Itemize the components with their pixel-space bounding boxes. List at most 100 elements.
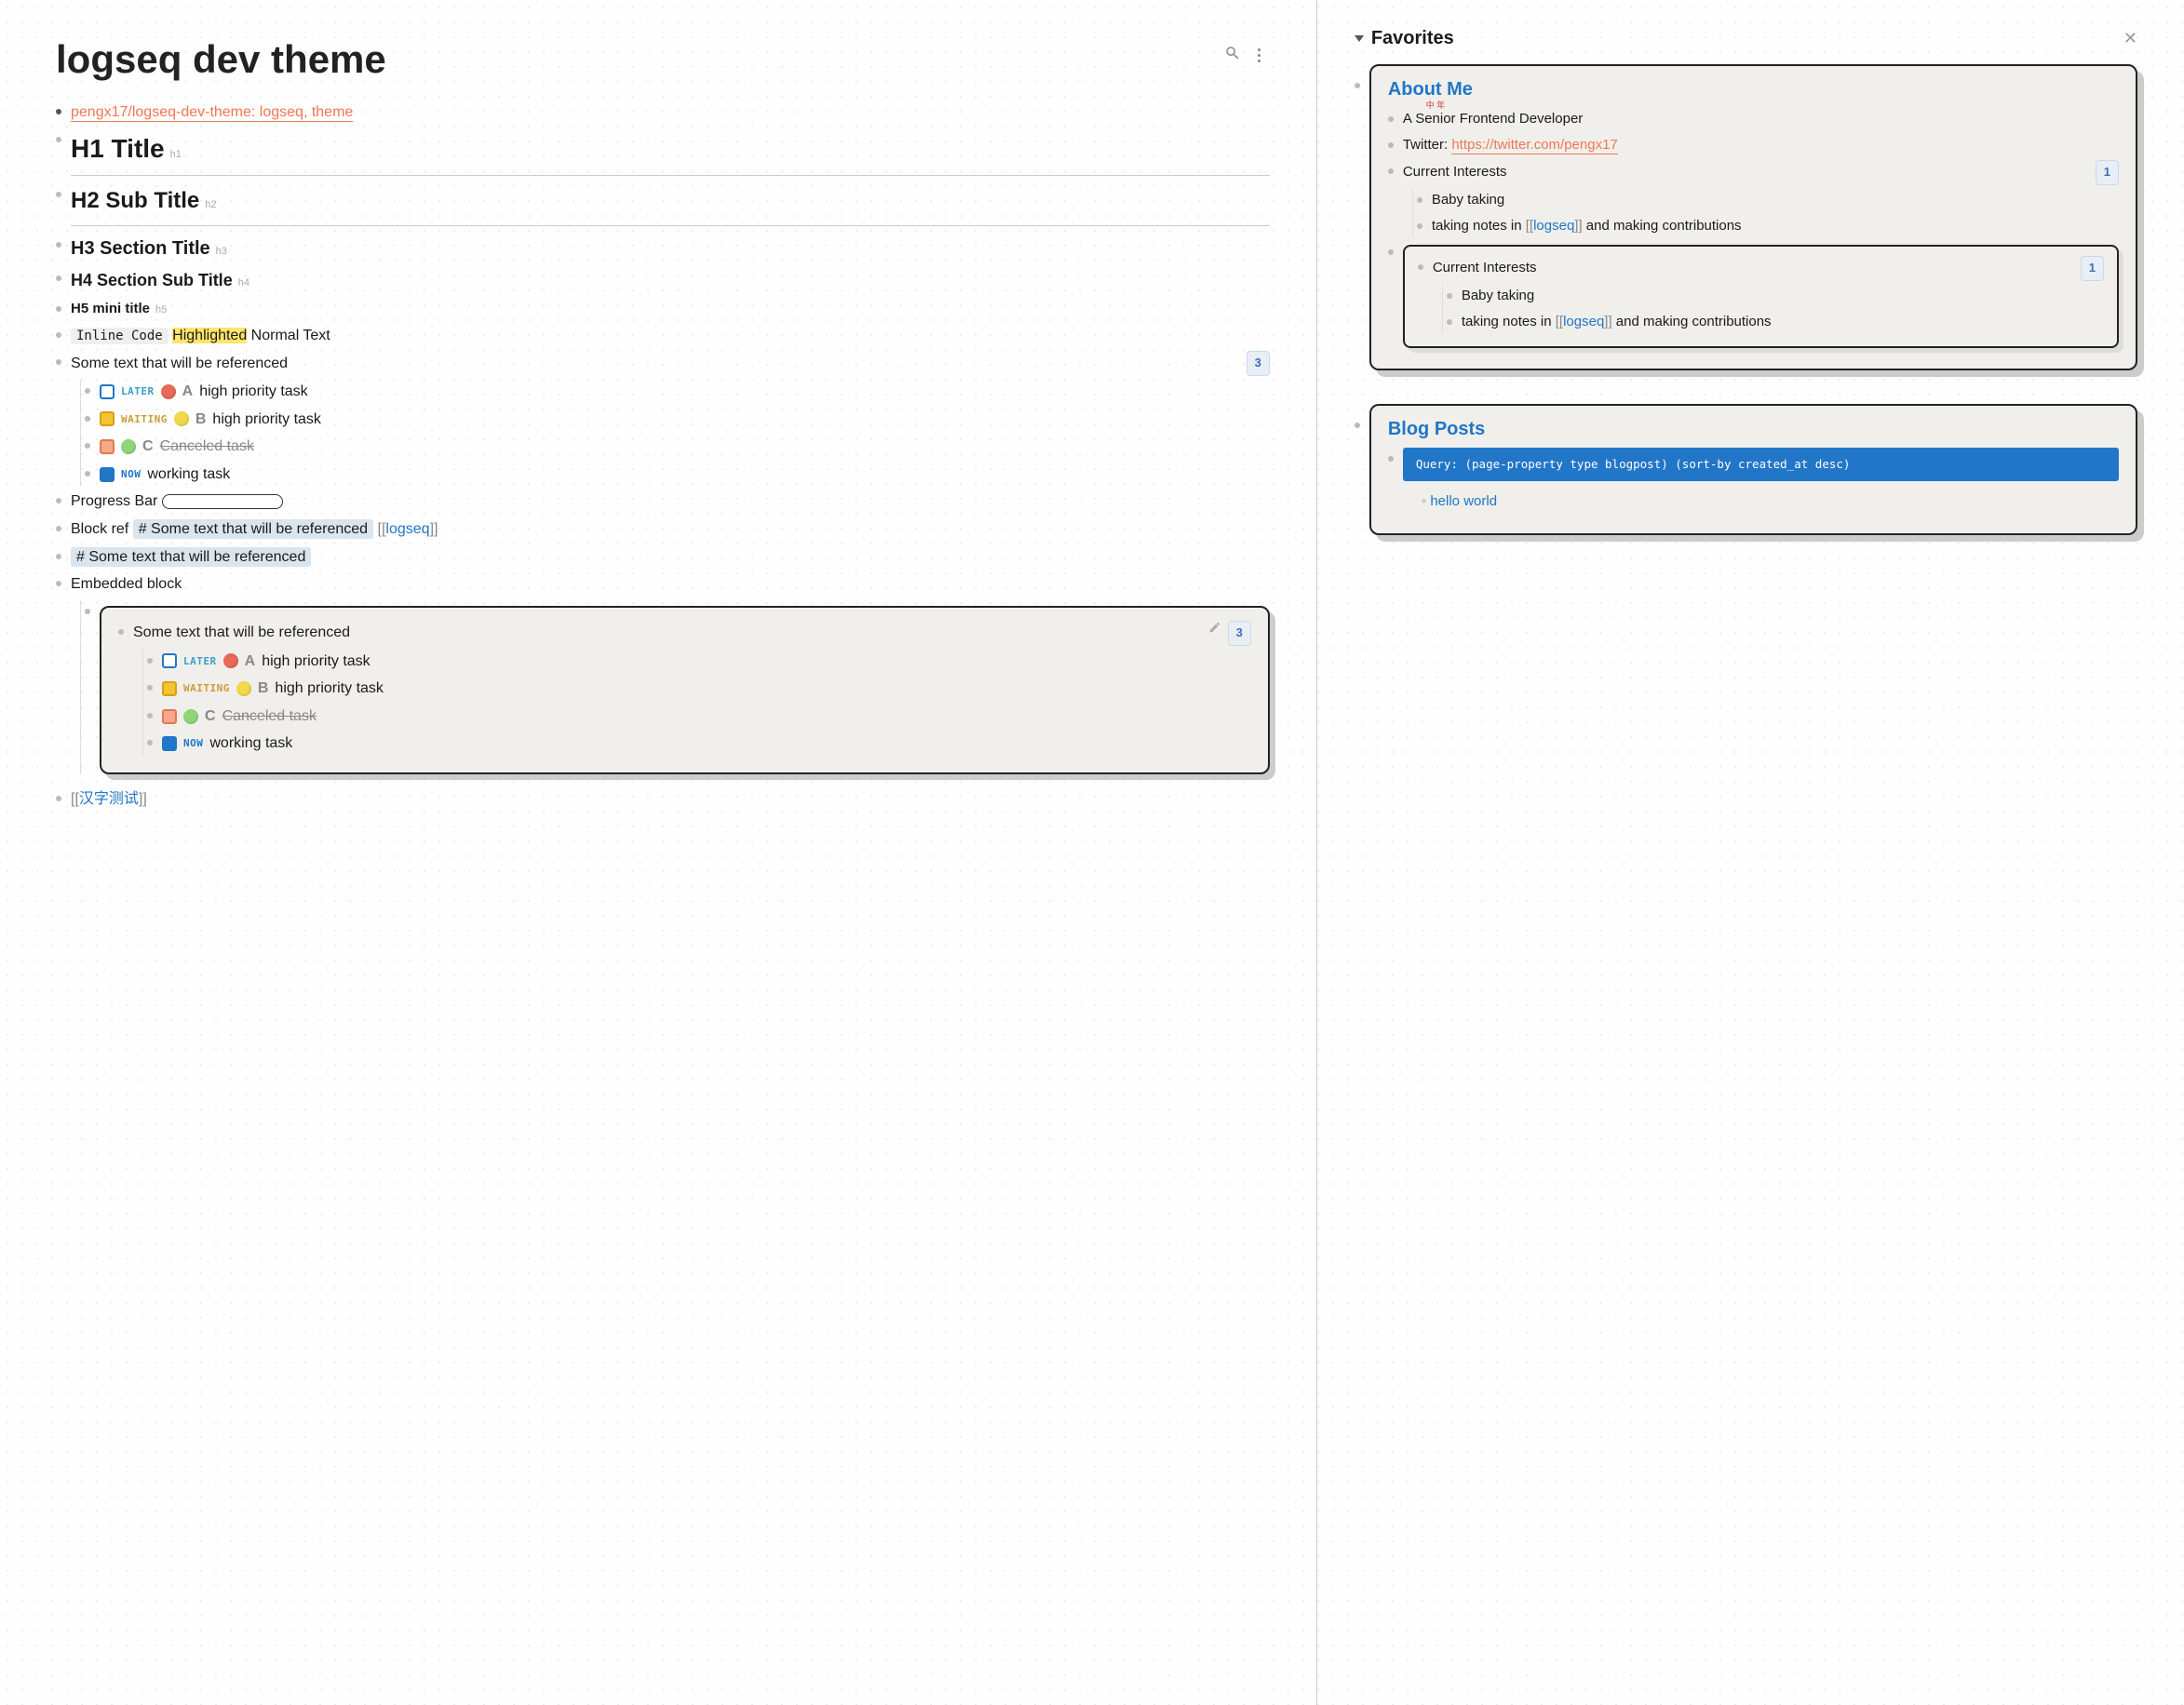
bullet[interactable] [56, 109, 61, 114]
bullet[interactable] [147, 685, 153, 691]
nested-interests-card: Current Interests 1 Baby taking [1403, 245, 2119, 348]
bullet[interactable] [1417, 197, 1422, 203]
twitter-link[interactable]: https://twitter.com/pengx17 [1451, 137, 1617, 154]
h4-heading[interactable]: H4 Section Sub Titleh4 [71, 267, 1270, 294]
nested-interest-item[interactable]: taking notes in [[logseq]] and making co… [1462, 311, 2104, 333]
bullet[interactable] [56, 192, 61, 197]
about-twitter[interactable]: Twitter: https://twitter.com/pengx17 [1403, 134, 2119, 156]
checkbox-icon[interactable] [100, 411, 115, 426]
bullet[interactable] [85, 471, 90, 477]
bullet[interactable] [118, 629, 124, 635]
query-result-link[interactable]: hello world [1422, 490, 2119, 513]
task-now[interactable]: NOW working task [100, 463, 1270, 487]
task-waiting[interactable]: WAITING B high priority task [100, 408, 1270, 432]
bullet[interactable] [1447, 293, 1452, 299]
bullet[interactable] [1388, 116, 1394, 122]
bullet[interactable] [56, 332, 61, 338]
priority-yellow-icon [236, 681, 251, 696]
block-ref-line[interactable]: Block ref # Some text that will be refer… [71, 517, 1270, 542]
embedded-block-label[interactable]: Embedded block [71, 572, 1270, 597]
bullet[interactable] [85, 388, 90, 394]
blog-posts-title[interactable]: Blog Posts [1388, 419, 2119, 440]
bullet[interactable] [1447, 319, 1452, 325]
bullet[interactable] [56, 275, 61, 281]
embed-task-now[interactable]: NOW working task [162, 732, 1251, 756]
favorites-header: Favorites [1371, 28, 1454, 49]
bullet[interactable] [56, 581, 61, 586]
checkbox-icon[interactable] [162, 681, 177, 696]
block-ref-line2[interactable]: # Some text that will be referenced [71, 545, 1270, 570]
query-box[interactable]: Query: (page-property type blogpost) (so… [1403, 448, 2119, 481]
chinese-page-ref[interactable]: [[汉字测试]] [71, 787, 1270, 812]
bullet[interactable] [56, 306, 61, 312]
bullet[interactable] [56, 359, 61, 365]
about-line1[interactable]: A Senior Frontend Developer [1403, 108, 2119, 130]
checkbox-icon[interactable] [162, 736, 177, 751]
bullet[interactable] [1388, 168, 1394, 174]
reference-count-badge[interactable]: 1 [2096, 160, 2119, 185]
interests-header[interactable]: Current Interests 1 [1403, 160, 2119, 185]
close-icon[interactable]: ✕ [2123, 29, 2137, 48]
nested-interest-item[interactable]: Baby taking [1462, 285, 2104, 307]
inline-code-block[interactable]: Inline Code Highlighted Normal Text [71, 324, 1270, 348]
page-ref-logseq[interactable]: [[logseq]] [378, 521, 438, 537]
bullet[interactable] [1355, 423, 1360, 428]
search-icon[interactable] [1224, 45, 1241, 66]
referenced-block[interactable]: Some text that will be referenced 3 [71, 351, 1270, 376]
bullet[interactable] [147, 713, 153, 718]
interest-item[interactable]: taking notes in [[logseq]] and making co… [1432, 215, 2119, 237]
priority-yellow-icon [174, 411, 189, 426]
page-title: logseq dev theme [56, 37, 1270, 82]
bullet[interactable] [1417, 223, 1422, 229]
embed-task-waiting[interactable]: WAITING B high priority task [162, 677, 1251, 701]
h3-heading[interactable]: H3 Section Titleh3 [71, 234, 1270, 263]
bullet[interactable] [85, 609, 90, 614]
bullet[interactable] [147, 658, 153, 664]
checkbox-icon[interactable] [100, 384, 115, 399]
checkbox-icon[interactable] [100, 467, 115, 482]
bullet[interactable] [1388, 249, 1394, 255]
reference-count-badge[interactable]: 1 [2081, 256, 2104, 281]
reference-count-badge[interactable]: 3 [1228, 621, 1251, 646]
bullet[interactable] [56, 242, 61, 248]
about-me-title[interactable]: About Me [1388, 79, 2119, 101]
priority-green-icon [183, 709, 198, 724]
h1-heading[interactable]: H1 Titleh1 [71, 128, 1270, 177]
embed-task-later[interactable]: LATER A high priority task [162, 650, 1251, 674]
bullet[interactable] [56, 498, 61, 503]
bullet[interactable] [1355, 83, 1360, 88]
checkbox-icon[interactable] [162, 709, 177, 724]
right-sidebar: Favorites ✕ About Me A Senior Frontend D… [1317, 0, 2184, 1705]
checkbox-icon[interactable] [100, 439, 115, 454]
interest-item[interactable]: Baby taking [1432, 189, 2119, 211]
bullet[interactable] [56, 137, 61, 142]
h5-heading[interactable]: H5 mini titleh5 [71, 298, 1270, 320]
embed-task-cancelled[interactable]: C Canceled task [162, 705, 1251, 729]
about-me-card: About Me A Senior Frontend Developer Twi… [1369, 64, 2137, 370]
repo-link[interactable]: pengx17/logseq-dev-theme: logseq, theme [71, 104, 353, 122]
bullet[interactable] [85, 416, 90, 422]
checkbox-icon[interactable] [162, 653, 177, 668]
bullet[interactable] [56, 554, 61, 559]
caret-down-icon[interactable] [1355, 35, 1364, 42]
bullet[interactable] [85, 443, 90, 449]
bullet[interactable] [56, 796, 61, 801]
priority-green-icon [121, 439, 136, 454]
bullet[interactable] [1388, 142, 1394, 148]
bullet[interactable] [1418, 264, 1423, 270]
progress-bar [162, 494, 283, 509]
main-content-pane: logseq dev theme pengx17/logseq-dev-them… [0, 0, 1316, 1705]
task-later[interactable]: LATER A high priority task [100, 380, 1270, 404]
progress-bar-block[interactable]: Progress Bar [71, 490, 1270, 514]
blog-posts-card: Blog Posts Query: (page-property type bl… [1369, 404, 2137, 535]
task-cancelled[interactable]: C Canceled task [100, 435, 1270, 459]
nested-interests-header[interactable]: Current Interests 1 [1433, 256, 2104, 281]
bullet[interactable] [1388, 456, 1394, 462]
h2-heading[interactable]: H2 Sub Titleh2 [71, 183, 1270, 225]
bullet[interactable] [147, 740, 153, 745]
reference-count-badge[interactable]: 3 [1247, 351, 1270, 376]
priority-red-icon [223, 653, 238, 668]
bullet[interactable] [56, 526, 61, 531]
more-menu-icon[interactable] [1258, 48, 1261, 62]
embed-referenced-text[interactable]: Some text that will be referenced 3 [133, 621, 1251, 646]
